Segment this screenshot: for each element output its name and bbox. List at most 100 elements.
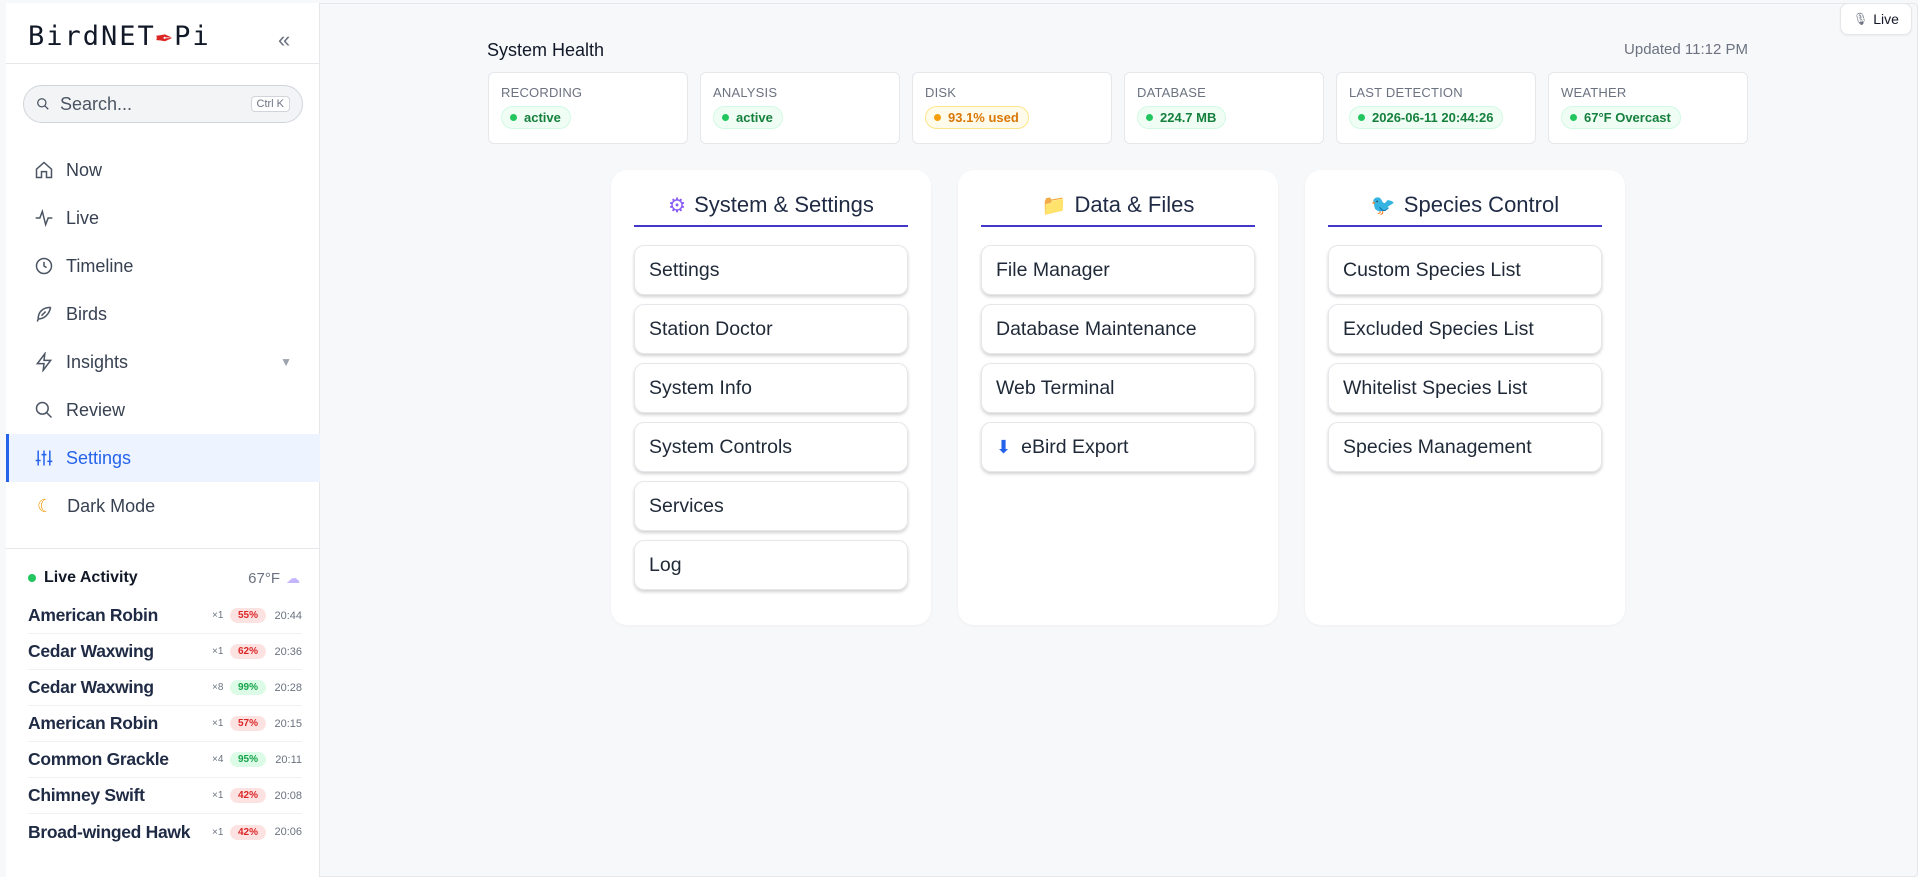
section-title: System & Settings [694, 192, 874, 217]
status-value: active [736, 110, 773, 125]
live-button[interactable]: 🎙 Live [1840, 3, 1912, 35]
feather-logo-icon: ✒ [155, 21, 175, 52]
nav-label: Birds [66, 303, 108, 324]
section-title: Data & Files [1074, 192, 1195, 217]
section-system-settings: ⚙ System & Settings Settings Station Doc… [611, 170, 931, 625]
health-card-label: RECORDING [501, 85, 583, 100]
list-item[interactable]: Chimney Swift ×1 42% 20:08 [28, 778, 302, 814]
species-name: Broad-winged Hawk [28, 821, 191, 842]
nav-label: Live [66, 207, 100, 228]
nav-label: Review [66, 399, 126, 420]
nav-item-settings[interactable]: Settings [6, 434, 320, 482]
search-shortcut-hint: Ctrl K [250, 96, 290, 112]
detection-time: 20:08 [274, 789, 302, 802]
live-temperature: 67°F [248, 569, 280, 587]
lightning-icon [35, 352, 53, 372]
nav-item-timeline[interactable]: Timeline [6, 242, 320, 290]
live-button-label: Live [1873, 11, 1899, 27]
live-activity-title: Live Activity [44, 569, 138, 586]
live-activity-header: Live Activity 67°F ☁ [28, 569, 300, 587]
database-maintenance-button[interactable]: Database Maintenance [981, 304, 1255, 354]
detection-time: 20:28 [274, 681, 302, 694]
activity-icon [35, 208, 53, 228]
web-terminal-button[interactable]: Web Terminal [981, 363, 1255, 413]
status-value: 67°F Overcast [1584, 110, 1671, 125]
health-card-label: DATABASE [1137, 85, 1207, 100]
system-controls-button[interactable]: System Controls [634, 422, 908, 472]
species-name: Chimney Swift [28, 785, 145, 805]
nav-label: Timeline [66, 255, 134, 276]
file-manager-button[interactable]: File Manager [981, 245, 1255, 295]
status-badge: active [713, 106, 783, 129]
ebird-export-button[interactable]: ⬇ eBird Export [981, 422, 1255, 472]
nav-item-insights[interactable]: Insights ▼ [6, 338, 320, 386]
status-dot [934, 114, 941, 121]
settings-button[interactable]: Settings [634, 245, 908, 295]
section-header: 🐦 Species Control [1328, 192, 1602, 227]
list-item[interactable]: American Robin ×1 55% 20:44 [28, 598, 302, 634]
detection-count: ×1 [212, 646, 224, 657]
list-item[interactable]: Common Grackle ×4 95% 20:11 [28, 742, 302, 778]
nav-label: Now [66, 159, 103, 180]
species-name: American Robin [28, 713, 158, 733]
nav-label: Insights [66, 351, 129, 372]
nav-item-live[interactable]: Live [6, 194, 320, 242]
species-name: Common Grackle [28, 749, 169, 769]
status-dot [1570, 114, 1577, 121]
search-input[interactable]: Search... Ctrl K [23, 85, 303, 123]
section-header: ⚙ System & Settings [634, 192, 908, 227]
home-icon [35, 161, 53, 179]
feather-icon [36, 306, 52, 322]
health-card-label: ANALYSIS [713, 85, 778, 100]
list-item[interactable]: Cedar Waxwing ×8 99% 20:28 [28, 670, 302, 706]
services-button[interactable]: Services [634, 481, 908, 531]
species-name: American Robin [28, 605, 158, 625]
gear-icon: ⚙ [668, 194, 687, 217]
custom-species-list-button[interactable]: Custom Species List [1328, 245, 1602, 295]
microphone-icon: 🎙 [1853, 12, 1869, 26]
status-badge: 224.7 MB [1137, 106, 1227, 129]
collapse-sidebar-button[interactable]: « [278, 27, 290, 53]
app-logo[interactable]: BirdNET✒Pi [28, 21, 211, 52]
confidence-badge: 42% [230, 824, 266, 840]
excluded-species-list-button[interactable]: Excluded Species List [1328, 304, 1602, 354]
status-dot [722, 114, 729, 121]
list-item[interactable]: American Robin ×1 57% 20:15 [28, 706, 302, 742]
list-item[interactable]: Cedar Waxwing ×1 62% 20:36 [28, 634, 302, 670]
species-name: Cedar Waxwing [28, 677, 154, 697]
chevron-down-icon[interactable]: ▼ [280, 355, 292, 369]
dark-mode-toggle[interactable]: ☾ Dark Mode [6, 482, 320, 530]
status-dot [510, 114, 517, 121]
confidence-badge: 55% [230, 608, 266, 623]
log-button[interactable]: Log [634, 540, 908, 590]
sidebar: BirdNET✒Pi « Search... Ctrl K Now Live T… [6, 3, 320, 877]
moon-icon: ☾ [37, 495, 54, 516]
nav-item-now[interactable]: Now [6, 146, 320, 194]
status-value: 2026-06-11 20:44:26 [1372, 110, 1494, 125]
station-doctor-button[interactable]: Station Doctor [634, 304, 908, 354]
system-info-button[interactable]: System Info [634, 363, 908, 413]
detection-count: ×1 [212, 790, 224, 801]
nav-label: Settings [66, 447, 132, 468]
status-dot [1146, 114, 1153, 121]
nav-item-review[interactable]: Review [6, 386, 320, 434]
sliders-icon [35, 450, 53, 466]
search-icon [37, 98, 49, 110]
status-badge: 93.1% used [925, 106, 1029, 129]
detection-time: 20:11 [275, 753, 302, 766]
health-card-weather: WEATHER 67°F Overcast [1548, 72, 1748, 144]
nav-label: Dark Mode [67, 495, 156, 516]
health-card-last-detection: LAST DETECTION 2026-06-11 20:44:26 [1336, 72, 1536, 144]
folder-icon: 📁 [1041, 194, 1067, 217]
health-card-label: WEATHER [1561, 85, 1627, 100]
clock-icon [35, 257, 53, 275]
logo-text-right: Pi [174, 21, 211, 52]
whitelist-species-list-button[interactable]: Whitelist Species List [1328, 363, 1602, 413]
detection-time: 20:44 [274, 609, 302, 622]
species-management-button[interactable]: Species Management [1328, 422, 1602, 472]
list-item[interactable]: Broad-winged Hawk ×1 42% 20:06 [28, 814, 302, 850]
detection-count: ×1 [212, 718, 224, 729]
detection-count: ×1 [212, 610, 224, 621]
nav-item-birds[interactable]: Birds [6, 290, 320, 338]
detection-count: ×1 [212, 826, 224, 838]
